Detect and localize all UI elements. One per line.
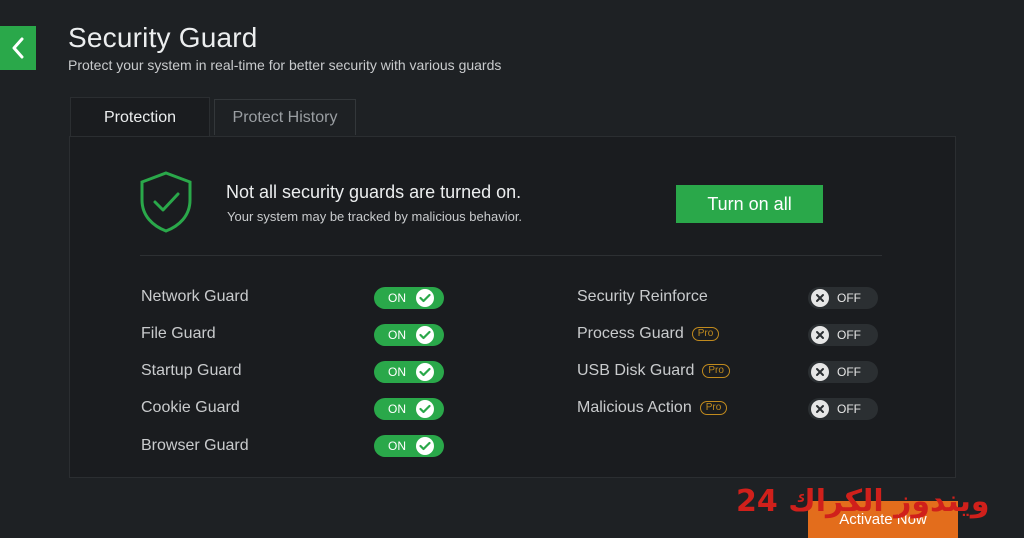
check-icon (416, 363, 434, 381)
alert-title: Not all security guards are turned on. (226, 182, 522, 202)
guard-label-network: Network Guard (141, 288, 249, 305)
turn-on-all-button[interactable]: Turn on all (676, 185, 823, 223)
close-icon (811, 326, 829, 344)
toggle-state: ON (388, 328, 406, 342)
toggle-state: OFF (837, 328, 861, 342)
protection-panel: Not all security guards are turned on. Y… (69, 136, 956, 478)
chevron-left-icon (12, 37, 24, 59)
toggle-state: ON (388, 402, 406, 416)
guard-label-browser: Browser Guard (141, 437, 249, 454)
close-icon (811, 363, 829, 381)
watermark: 24 ويندوز الكراك (736, 484, 990, 519)
check-icon (416, 289, 434, 307)
check-icon (416, 400, 434, 418)
toggle-state: ON (388, 439, 406, 453)
back-button[interactable] (0, 26, 36, 70)
toggle-security-reinforce[interactable]: OFF (808, 287, 878, 309)
tab-protection[interactable]: Protection (70, 97, 210, 137)
toggle-state: ON (388, 291, 406, 305)
divider (140, 255, 882, 256)
guard-label-cookie: Cookie Guard (141, 399, 240, 416)
guard-label-process: Process Guard Pro (577, 325, 720, 343)
guard-name: Process Guard (577, 325, 684, 342)
check-icon (416, 326, 434, 344)
toggle-state: ON (388, 365, 406, 379)
toggle-usb-disk-guard[interactable]: OFF (808, 361, 878, 383)
toggle-malicious-action[interactable]: OFF (808, 398, 878, 420)
toggle-browser-guard[interactable]: ON (374, 435, 444, 457)
toggle-state: OFF (837, 402, 861, 416)
toggle-cookie-guard[interactable]: ON (374, 398, 444, 420)
guard-label-usb-disk: USB Disk Guard Pro (577, 362, 730, 380)
page-title: Security Guard (68, 22, 258, 53)
guard-label-startup: Startup Guard (141, 362, 242, 379)
guard-name: Malicious Action (577, 399, 692, 416)
page-subtitle: Protect your system in real-time for bet… (68, 57, 502, 73)
tab-bar: Protection Protect History (70, 97, 356, 137)
guard-label-file: File Guard (141, 325, 216, 342)
shield-check-icon (140, 171, 192, 233)
pro-badge: Pro (699, 401, 728, 415)
toggle-state: OFF (837, 365, 861, 379)
close-icon (811, 400, 829, 418)
guard-label-malicious-action: Malicious Action Pro (577, 399, 728, 417)
check-icon (416, 437, 434, 455)
tab-protect-history[interactable]: Protect History (214, 99, 356, 135)
close-icon (811, 289, 829, 307)
toggle-network-guard[interactable]: ON (374, 287, 444, 309)
toggle-file-guard[interactable]: ON (374, 324, 444, 346)
guard-label-security-reinforce: Security Reinforce (577, 288, 708, 306)
toggle-state: OFF (837, 291, 861, 305)
toggle-process-guard[interactable]: OFF (808, 324, 878, 346)
pro-badge: Pro (691, 327, 720, 341)
alert-subtitle: Your system may be tracked by malicious … (227, 209, 523, 224)
toggle-startup-guard[interactable]: ON (374, 361, 444, 383)
guard-name: USB Disk Guard (577, 362, 695, 379)
pro-badge: Pro (702, 364, 730, 378)
guard-name: Security Reinforce (577, 288, 708, 305)
